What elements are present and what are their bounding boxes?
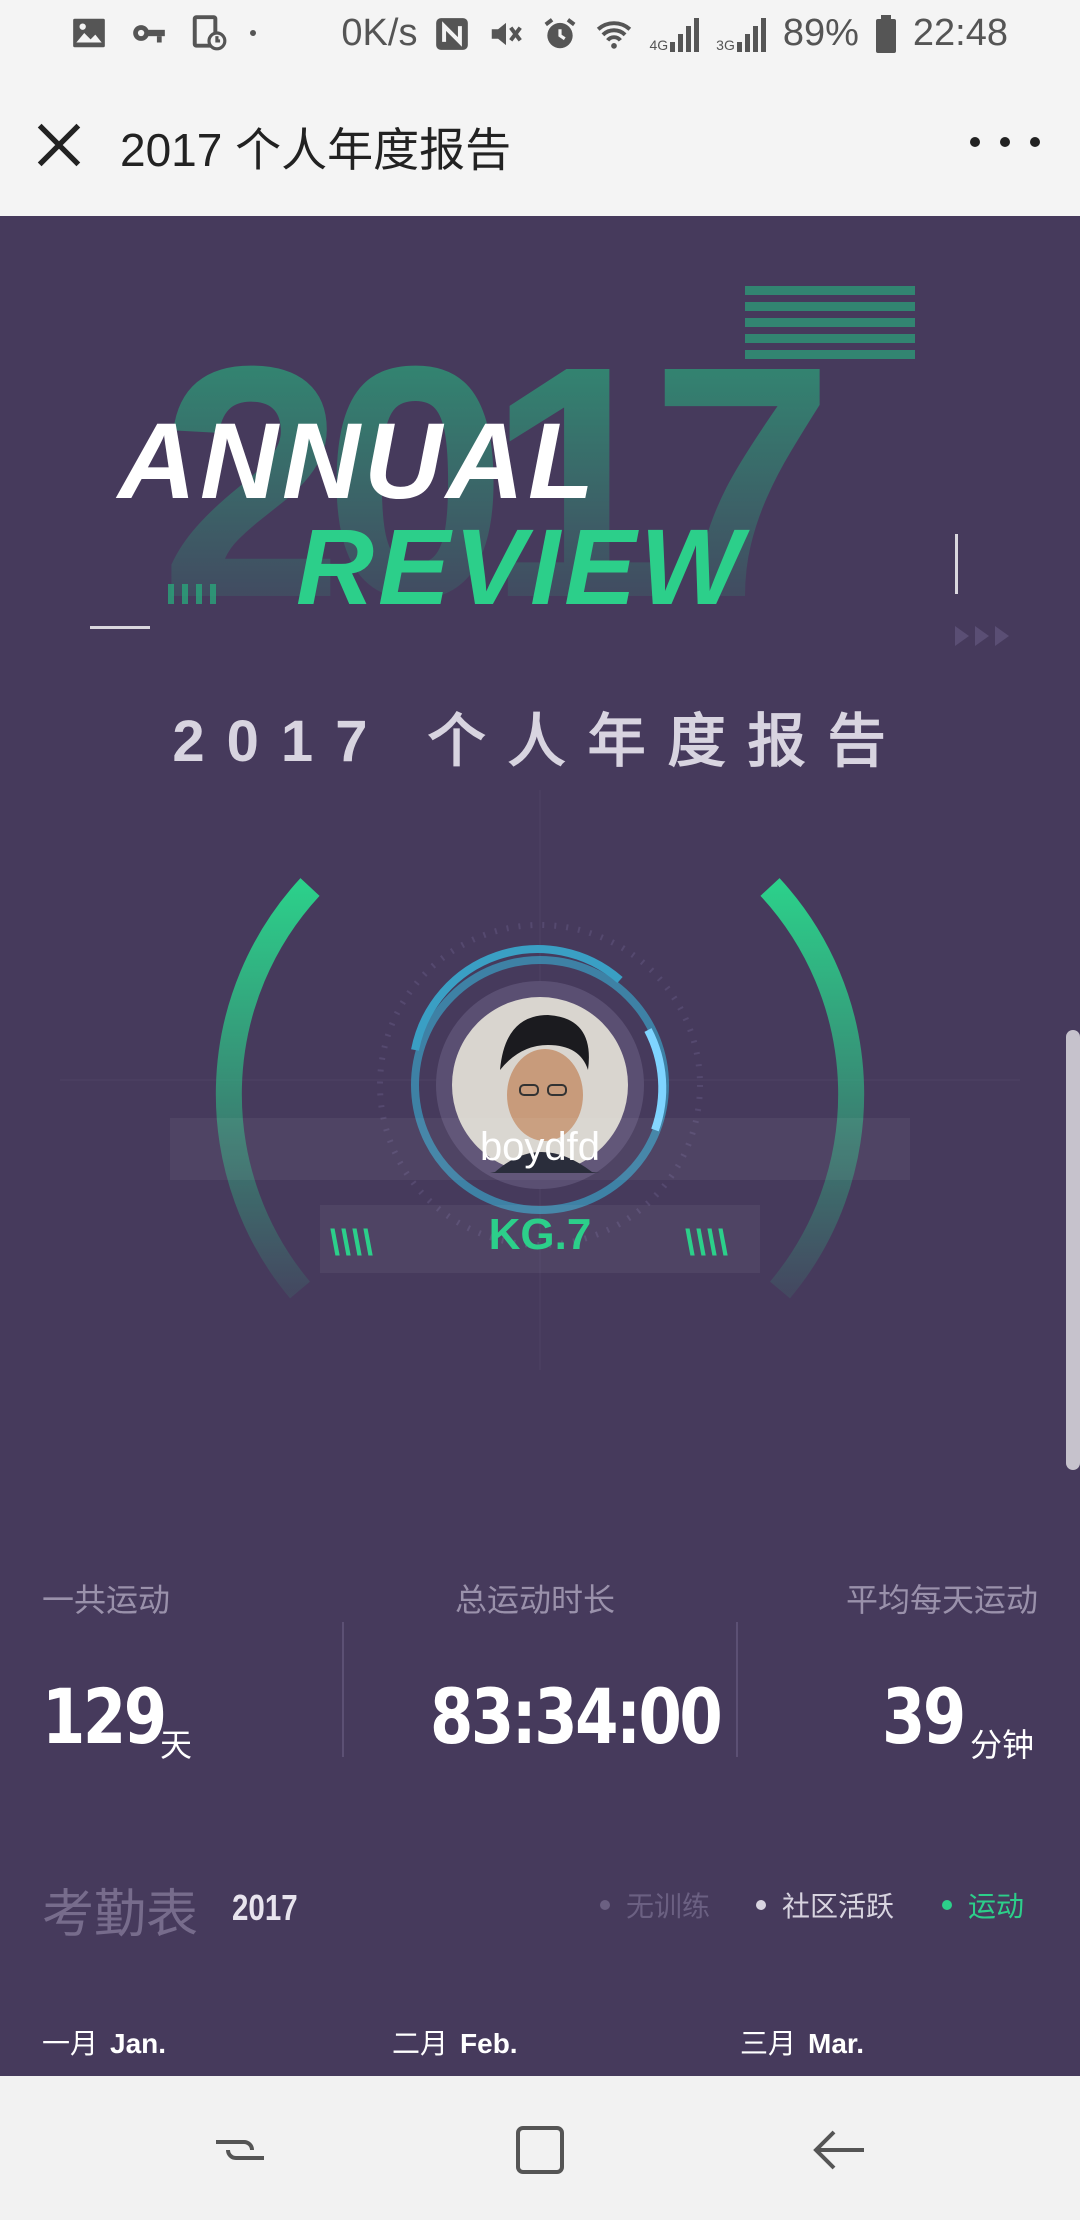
stat-divider — [342, 1622, 344, 1757]
home-icon[interactable] — [510, 2120, 570, 2180]
month-label-feb: 二月 Feb. — [392, 2028, 518, 2059]
avg-label: 平均每天运动 — [845, 1582, 1038, 1618]
legend-label: 运动 — [968, 1891, 1025, 1922]
avg-value: 39 — [882, 1672, 966, 1761]
month-label-mar: 三月 Mar. — [740, 2028, 865, 2059]
total-days-unit: 天 — [160, 1727, 193, 1763]
avg-unit: 分钟 — [970, 1727, 1035, 1763]
scrollbar-thumb[interactable] — [1066, 1030, 1080, 1470]
total-days-value: 129 — [42, 1672, 167, 1761]
username: boydfd — [479, 1125, 601, 1169]
attendance-title: 考勤表 — [42, 1886, 199, 1944]
month-label-jan: 一月 Jan. — [42, 2028, 167, 2059]
legend-item-exercise: 运动 — [942, 1885, 1024, 1925]
level-decoration-right: \\\\ — [685, 1222, 730, 1263]
legend-dot — [942, 1900, 952, 1910]
level-badge: KG.7 — [488, 1210, 592, 1259]
legend-item-no-training: 无训练 — [600, 1885, 710, 1925]
legend-dot — [756, 1900, 766, 1910]
legend-label: 社区活跃 — [782, 1891, 895, 1922]
total-time-label: 总运动时长 — [455, 1582, 616, 1618]
back-icon[interactable] — [810, 2120, 870, 2180]
total-time-value: 83:34:00 — [430, 1672, 723, 1761]
total-days-label: 一共运动 — [42, 1582, 171, 1618]
legend-dot — [600, 1900, 610, 1910]
legend-item-community: 社区活跃 — [756, 1885, 894, 1925]
system-nav-bar — [0, 2076, 1080, 2220]
recent-apps-icon[interactable] — [210, 2120, 270, 2180]
attendance-year: 2017 — [232, 1887, 298, 1928]
legend-label: 无训练 — [626, 1891, 711, 1922]
stat-divider — [736, 1622, 738, 1757]
